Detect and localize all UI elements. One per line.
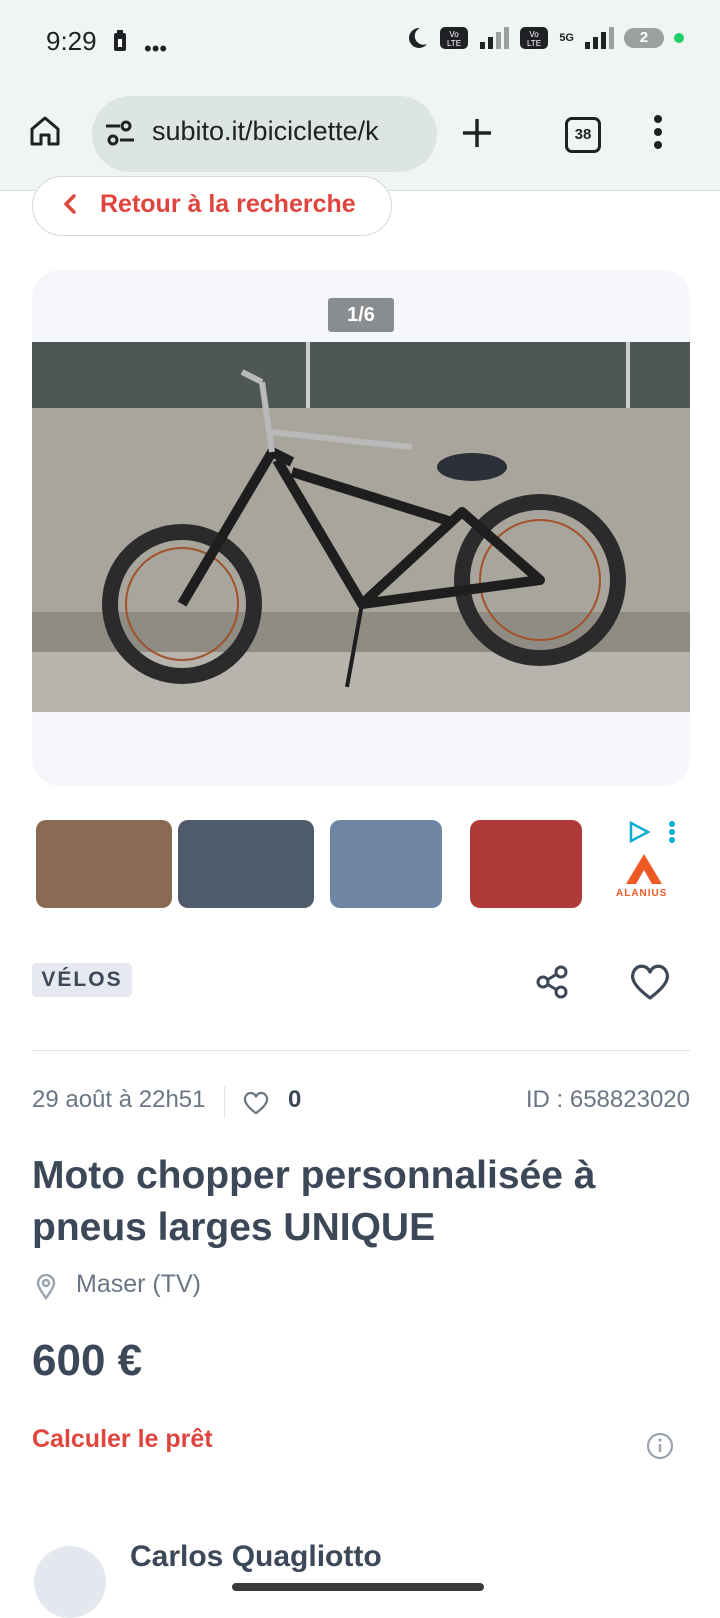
new-tab-icon[interactable] <box>460 116 494 155</box>
signal-icon <box>480 27 510 49</box>
status-icons: Vo LTE Vo LTE 5G 2 <box>405 26 684 50</box>
meta-separator <box>224 1086 225 1118</box>
privacy-dot <box>674 33 684 43</box>
listing-location: Maser (TV) <box>76 1270 201 1298</box>
ad-choices-icon[interactable] <box>628 820 654 849</box>
ad-brand[interactable]: ALANIUS <box>616 888 667 899</box>
photo-counter: 1/6 <box>328 298 394 332</box>
gesture-nav-bar[interactable] <box>232 1583 484 1591</box>
more-notifications-icon: ••• <box>144 36 168 61</box>
section-divider <box>32 1050 690 1051</box>
volte-icon-2: VoLTE <box>520 27 549 49</box>
chevron-left-icon <box>62 193 78 220</box>
listing-photo[interactable] <box>32 342 690 712</box>
back-to-search-label[interactable]: Retour à la recherche <box>100 190 356 219</box>
tab-switcher-button[interactable]: 38 <box>565 117 601 153</box>
volte-icon: VoLTE <box>440 27 469 49</box>
svg-text:Vo: Vo <box>530 30 540 39</box>
svg-text:LTE: LTE <box>527 39 541 48</box>
category-badge[interactable]: VÉLOS <box>32 963 132 997</box>
signal-icon-2 <box>585 27 614 49</box>
info-icon[interactable] <box>646 1432 674 1465</box>
home-icon[interactable] <box>28 114 62 153</box>
alanius-logo-icon[interactable] <box>618 852 670 891</box>
svg-text:Vo: Vo <box>450 30 460 39</box>
share-icon[interactable] <box>534 964 570 1005</box>
ad-thumbnail-1[interactable] <box>36 820 172 908</box>
status-time: 9:29 <box>46 26 97 56</box>
listing-date: 29 août à 22h51 <box>32 1086 206 1113</box>
url-text[interactable]: subito.it/biciclette/k <box>152 116 422 147</box>
ad-thumbnail-4[interactable] <box>470 820 582 908</box>
favorite-heart-icon[interactable] <box>628 962 672 1007</box>
svg-text:LTE: LTE <box>447 39 461 48</box>
ad-thumbnail-3[interactable] <box>330 820 442 908</box>
likes-heart-icon <box>242 1090 270 1121</box>
calculate-loan-link[interactable]: Calculer le prêt <box>32 1425 213 1454</box>
battery-saver-icon <box>112 30 128 57</box>
seller-avatar[interactable] <box>34 1546 106 1618</box>
listing-price: 600 € <box>32 1336 143 1385</box>
listing-id: ID : 658823020 <box>525 1086 690 1113</box>
ad-options-icon[interactable] <box>668 820 676 849</box>
location-pin-icon <box>36 1273 56 1305</box>
ad-thumbnail-2[interactable] <box>178 820 314 908</box>
battery-icon: 2 <box>624 28 664 48</box>
likes-count: 0 <box>288 1086 302 1113</box>
moon-icon <box>409 27 428 48</box>
listing-title: Moto chopper personnalisée à pneus large… <box>32 1154 596 1249</box>
site-settings-icon[interactable] <box>104 118 136 153</box>
network-type: 5G <box>559 32 574 44</box>
seller-name[interactable]: Carlos Quagliotto <box>130 1540 382 1574</box>
browser-menu-icon[interactable] <box>652 114 664 155</box>
